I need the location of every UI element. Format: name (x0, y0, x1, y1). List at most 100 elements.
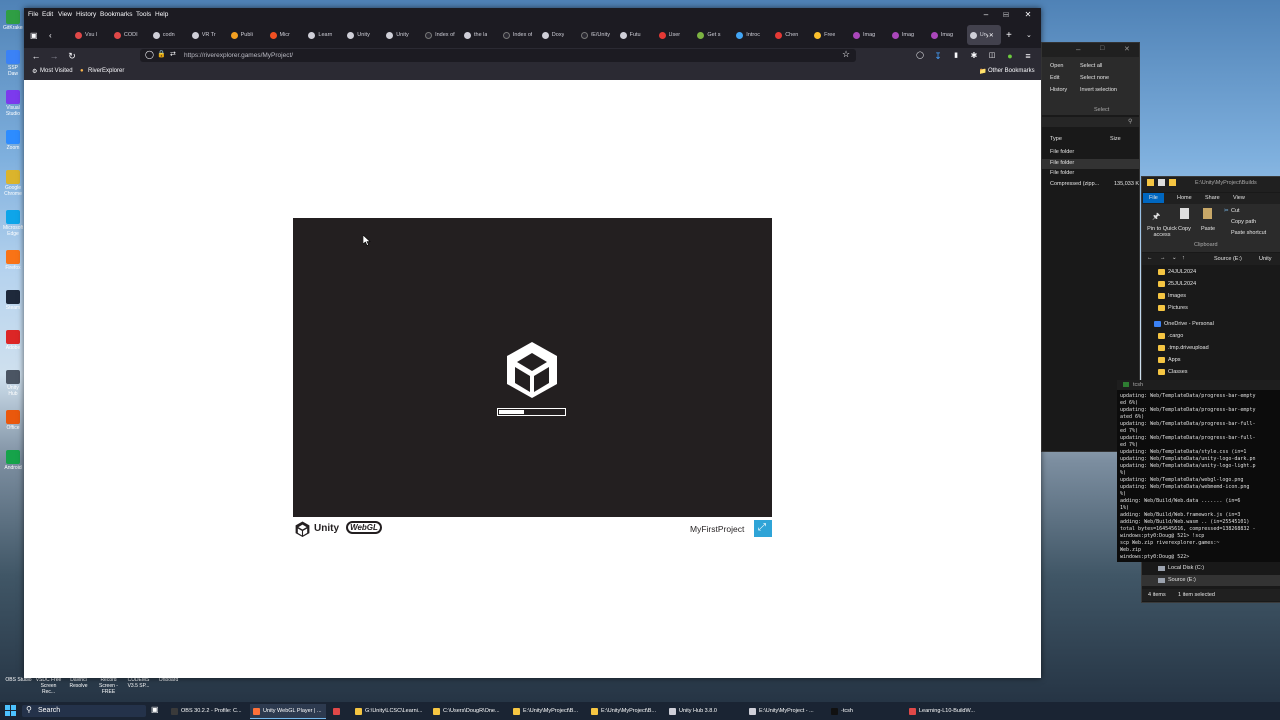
scroll-tabs-left-icon[interactable]: ‹ (48, 25, 58, 45)
url-text[interactable]: https://riverexplorer.games/MyProject/ (184, 52, 293, 59)
menu-item-tools[interactable]: Tools (136, 11, 151, 18)
taskbar-item[interactable] (330, 704, 348, 718)
browser-tab[interactable]: Imag (928, 25, 962, 45)
tab-list-icon[interactable]: ▣ (28, 25, 40, 45)
browser-tab[interactable]: Learn (305, 25, 339, 45)
tree-item[interactable]: 25JUL2024 (1142, 279, 1264, 290)
menu-item-view[interactable]: View (58, 11, 72, 18)
paste-shortcut-button[interactable]: Paste shortcut (1231, 230, 1266, 236)
tree-item[interactable]: .cargo (1142, 331, 1264, 342)
pin-icon[interactable]: 🖈 (1152, 209, 1160, 225)
desktop-icon[interactable]: Unity Hub (3, 368, 23, 402)
new-tab-icon[interactable]: + (1004, 25, 1016, 45)
minimize-icon[interactable]: – (1076, 45, 1080, 54)
drive-item[interactable]: Local Disk (C:) (1142, 563, 1280, 574)
browser-tab[interactable]: Futu (617, 25, 651, 45)
extensions-puzzle-icon[interactable]: ✱ (968, 50, 980, 62)
extension-icon[interactable]: ▮ (950, 50, 962, 62)
browser-tab[interactable]: User (656, 25, 690, 45)
tree-item[interactable]: 24JUL2024 (1142, 267, 1264, 278)
desktop-icon[interactable]: Firefox (3, 248, 23, 282)
unity-canvas[interactable] (293, 218, 772, 517)
browser-tab[interactable]: Chen (772, 25, 806, 45)
tree-item[interactable]: OneDrive - Personal (1142, 319, 1264, 330)
windows-start-icon[interactable] (5, 705, 16, 716)
fullscreen-button[interactable]: ⤢ (754, 520, 772, 537)
breadcrumb-source[interactable]: Source (E:) (1214, 256, 1242, 262)
desktop-shortcut-label[interactable]: CUDEMS V3.5 SP... (124, 677, 153, 689)
desktop-shortcut-label[interactable]: Record Screen - FREE (94, 677, 123, 695)
desktop-icon[interactable]: SSP Daw (3, 48, 23, 82)
ribbon-invert-selection-button[interactable]: Invert selection (1080, 87, 1117, 93)
taskbar-item[interactable]: Unity Hub 3.8.0 (666, 704, 742, 718)
reload-icon[interactable]: ↻ (66, 50, 78, 62)
taskbar-item[interactable]: E:\Unity\MyProject\B... (510, 704, 584, 718)
forward-icon[interactable]: → (48, 50, 60, 62)
browser-tab[interactable]: Index of (422, 25, 456, 45)
taskbar-item[interactable]: OBS 30.2.2 - Profile: C... (168, 704, 246, 718)
pin-quick-access-button[interactable]: Pin to Quick access (1145, 226, 1179, 238)
desktop-icon[interactable]: Microsoft Edge (3, 208, 23, 242)
menu-item-bookmarks[interactable]: Bookmarks (100, 11, 133, 18)
taskbar-item[interactable]: E:\Unity\MyProject\B... (588, 704, 662, 718)
browser-tab[interactable]: Free (811, 25, 845, 45)
maximize-icon[interactable]: □ (1100, 45, 1104, 52)
browser-tab[interactable]: Imag (889, 25, 923, 45)
paste-button[interactable]: Paste (1201, 226, 1215, 232)
browser-tab[interactable]: /E/Unity (578, 25, 612, 45)
tree-item[interactable]: Apps (1142, 355, 1264, 366)
downloads-icon[interactable]: ↧ (932, 50, 944, 62)
ribbon-open-button[interactable]: Open (1050, 63, 1063, 69)
tree-item[interactable]: Images (1142, 291, 1264, 302)
taskbar-item[interactable]: Learning-L10-BuildW... (906, 704, 988, 718)
bookmark-riverexplorer[interactable]: RiverExplorer (88, 68, 124, 74)
list-all-tabs-icon[interactable]: ⌄ (1024, 25, 1036, 45)
browser-tab[interactable]: Micr (267, 25, 301, 45)
desktop-icon[interactable]: Visual Studio (3, 88, 23, 122)
ribbon-tab-share[interactable]: Share (1199, 193, 1226, 203)
ribbon-tab-home[interactable]: Home (1171, 193, 1198, 203)
menu-item-file[interactable]: File (28, 11, 38, 18)
file-row[interactable]: File folder (1042, 158, 1139, 169)
desktop-icon[interactable]: Google Chrome (3, 168, 23, 202)
column-type[interactable]: Type (1050, 136, 1062, 142)
tree-item[interactable]: Pictures (1142, 303, 1264, 314)
bookmark-most-visited[interactable]: Most Visited (40, 68, 73, 74)
browser-tab[interactable]: Doxy (539, 25, 573, 45)
browser-tab[interactable]: Index of (500, 25, 534, 45)
file-row[interactable]: Compressed (zipp... 135,033 K (1042, 180, 1139, 190)
terminal-window[interactable]: tcsh updating: Web/TemplateData/progress… (1117, 380, 1280, 562)
copy-button[interactable]: Copy (1178, 226, 1191, 232)
copy-icon[interactable] (1180, 208, 1189, 219)
desktop-icon[interactable]: Android (3, 448, 23, 482)
file-row[interactable]: File folder (1042, 148, 1139, 158)
task-view-icon[interactable]: ▣ (151, 705, 159, 714)
browser-tab[interactable]: CODI (111, 25, 145, 45)
file-row[interactable]: File folder (1042, 169, 1139, 179)
ribbon-select-all-button[interactable]: Select all (1080, 63, 1102, 69)
ribbon-edit-button[interactable]: Edit (1050, 75, 1059, 81)
close-icon[interactable]: ✕ (1124, 45, 1130, 53)
back-icon[interactable]: ← (30, 50, 42, 62)
browser-tab[interactable]: codn (150, 25, 184, 45)
scroll-tabs-right-icon[interactable]: › (986, 25, 996, 45)
browser-tab[interactable]: Imag (850, 25, 884, 45)
paste-icon[interactable] (1203, 208, 1212, 219)
breadcrumb-unity[interactable]: Unity (1259, 256, 1272, 262)
lock-icon[interactable]: 🔒 (157, 50, 166, 58)
permissions-icon[interactable]: ⇄ (170, 50, 176, 58)
menu-item-edit[interactable]: Edit (42, 11, 53, 18)
bookmark-star-icon[interactable]: ☆ (842, 49, 850, 60)
pocket-icon[interactable]: ◯ (914, 50, 926, 62)
up-icon[interactable]: ↑ (1182, 255, 1185, 261)
app-menu-icon[interactable]: ≡ (1022, 50, 1034, 62)
copy-path-button[interactable]: Copy path (1231, 219, 1256, 225)
taskbar-item[interactable]: G:\Unity\LCSC\Learni... (352, 704, 426, 718)
search-box[interactable]: ⚲ Search (22, 705, 146, 717)
address-bar[interactable]: ◯ 🔒 ⇄ https://riverexplorer.games/MyProj… (140, 49, 856, 62)
ribbon-history-button[interactable]: History (1050, 87, 1067, 93)
properties-icon[interactable] (1158, 179, 1165, 186)
browser-tab[interactable]: Publi (228, 25, 262, 45)
ribbon-tab-file[interactable]: File (1143, 193, 1164, 203)
browser-tab[interactable]: Vsu l (72, 25, 106, 45)
